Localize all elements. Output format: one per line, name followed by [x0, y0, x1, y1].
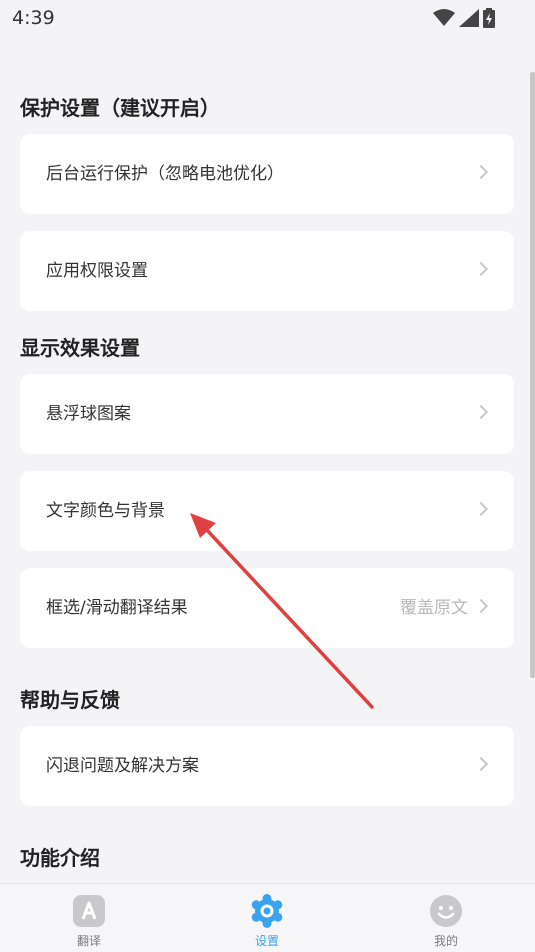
status-time: 4:39 — [12, 7, 55, 29]
item-label: 应用权限设置 — [46, 261, 148, 281]
chevron-right-icon — [473, 404, 489, 420]
tab-settings[interactable]: 设置 — [207, 884, 327, 952]
section-title-help: 帮助与反馈 — [20, 688, 120, 712]
settings-content[interactable]: 保护设置（建议开启） 后台运行保护（忽略电池优化） 应用权限设置 显示效果设置 … — [0, 38, 535, 883]
tab-translate[interactable]: 翻译 — [29, 884, 149, 952]
tab-label: 设置 — [254, 934, 279, 948]
item-label: 闪退问题及解决方案 — [46, 756, 199, 776]
battery-charging-icon — [483, 8, 495, 28]
chevron-right-icon — [473, 598, 489, 614]
status-bar: 4:39 — [0, 0, 535, 38]
chevron-right-icon — [473, 164, 489, 180]
tab-label: 翻译 — [76, 934, 101, 948]
signal-icon — [459, 9, 479, 27]
item-label: 文字颜色与背景 — [46, 501, 165, 521]
item-label: 悬浮球图案 — [46, 404, 131, 424]
section-title-protection: 保护设置（建议开启） — [20, 96, 220, 120]
scrollbar[interactable] — [530, 72, 535, 678]
wifi-icon — [433, 9, 455, 26]
item-selection-translate-result[interactable]: 框选/滑动翻译结果 覆盖原文 — [20, 568, 514, 648]
section-title-display: 显示效果设置 — [20, 336, 140, 360]
chevron-right-icon — [473, 261, 489, 277]
translate-icon — [73, 895, 105, 927]
item-value: 覆盖原文 — [400, 598, 468, 618]
item-crash-solutions[interactable]: 闪退问题及解决方案 — [20, 726, 514, 806]
status-icons — [433, 8, 495, 28]
settings-gear-icon — [251, 894, 283, 928]
item-label: 框选/滑动翻译结果 — [46, 598, 188, 618]
bottom-tab-bar: 翻译 设置 我的 — [0, 883, 535, 952]
section-title-features: 功能介绍 — [20, 846, 100, 870]
item-background-protection[interactable]: 后台运行保护（忽略电池优化） — [20, 134, 514, 214]
smiley-face-icon — [430, 895, 462, 927]
tab-me[interactable]: 我的 — [386, 884, 506, 952]
item-label: 后台运行保护（忽略电池优化） — [46, 164, 284, 184]
tab-label: 我的 — [433, 934, 458, 948]
item-floating-ball-pattern[interactable]: 悬浮球图案 — [20, 374, 514, 454]
item-text-color-background[interactable]: 文字颜色与背景 — [20, 471, 514, 551]
chevron-right-icon — [473, 501, 489, 517]
item-app-permissions[interactable]: 应用权限设置 — [20, 231, 514, 311]
chevron-right-icon — [473, 756, 489, 772]
